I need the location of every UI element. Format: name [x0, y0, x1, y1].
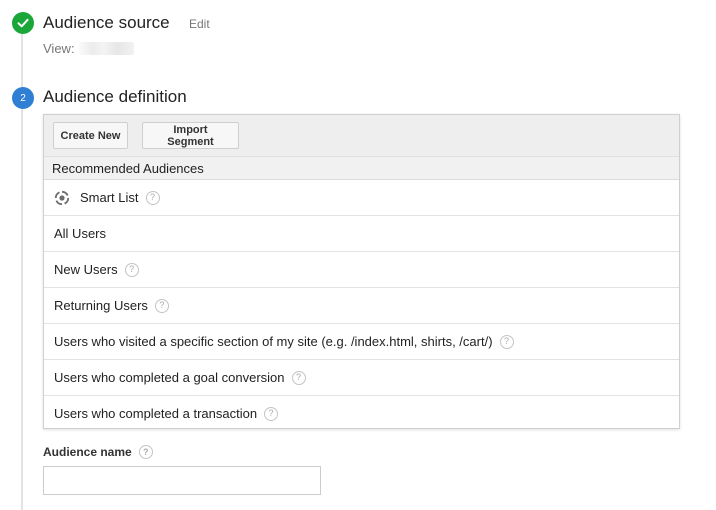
list-item-label: New Users — [54, 262, 118, 277]
list-item-label: Users who completed a goal conversion — [54, 370, 285, 385]
list-item-label: Users who completed a transaction — [54, 406, 258, 421]
step-title-audience-source: Audience source — [43, 13, 170, 32]
view-label: View: — [43, 41, 75, 56]
audience-name-label: Audience name ? — [43, 445, 153, 459]
help-icon[interactable]: ? — [264, 406, 279, 421]
list-item-label: Smart List — [80, 190, 139, 205]
list-item-visited-section[interactable]: Users who visited a specific section of … — [44, 324, 679, 360]
recommended-audiences-list: Smart List ? All Users New Users ? Retur… — [44, 180, 679, 431]
edit-link[interactable]: Edit — [189, 17, 210, 31]
help-icon[interactable]: ? — [154, 298, 169, 313]
audience-builder: Audience source Edit View: 2 Audience de… — [0, 0, 716, 510]
create-new-button[interactable]: Create New — [53, 122, 128, 149]
audience-definition-panel: Create New Import Segment Recommended Au… — [43, 114, 680, 429]
list-item-goal-conversion[interactable]: Users who completed a goal conversion ? — [44, 360, 679, 396]
help-icon[interactable]: ? — [291, 370, 306, 385]
import-segment-button[interactable]: Import Segment — [142, 122, 239, 149]
list-item-smart-list[interactable]: Smart List ? — [44, 180, 679, 216]
smart-list-icon — [54, 190, 70, 206]
list-item-label: Returning Users — [54, 298, 148, 313]
list-item-new-users[interactable]: New Users ? — [44, 252, 679, 288]
view-value-redacted — [78, 42, 134, 55]
audience-name-input[interactable] — [43, 466, 321, 495]
list-item-returning-users[interactable]: Returning Users ? — [44, 288, 679, 324]
help-icon[interactable]: ? — [124, 262, 139, 277]
help-icon[interactable]: ? — [499, 334, 514, 349]
list-item-label: All Users — [54, 226, 107, 241]
help-icon[interactable]: ? — [145, 190, 160, 205]
list-item-transaction[interactable]: Users who completed a transaction ? — [44, 396, 679, 431]
step-number-badge: 2 — [12, 87, 34, 109]
step-title-audience-definition: Audience definition — [43, 87, 187, 106]
list-item-all-users[interactable]: All Users — [44, 216, 679, 252]
recommended-audiences-header: Recommended Audiences — [44, 157, 679, 180]
help-icon[interactable]: ? — [138, 445, 153, 459]
audience-name-label-text: Audience name — [43, 445, 132, 459]
view-row: View: — [43, 41, 134, 56]
panel-toolbar: Create New Import Segment — [44, 115, 679, 157]
checkmark-icon — [12, 12, 34, 34]
list-item-label: Users who visited a specific section of … — [54, 334, 493, 349]
